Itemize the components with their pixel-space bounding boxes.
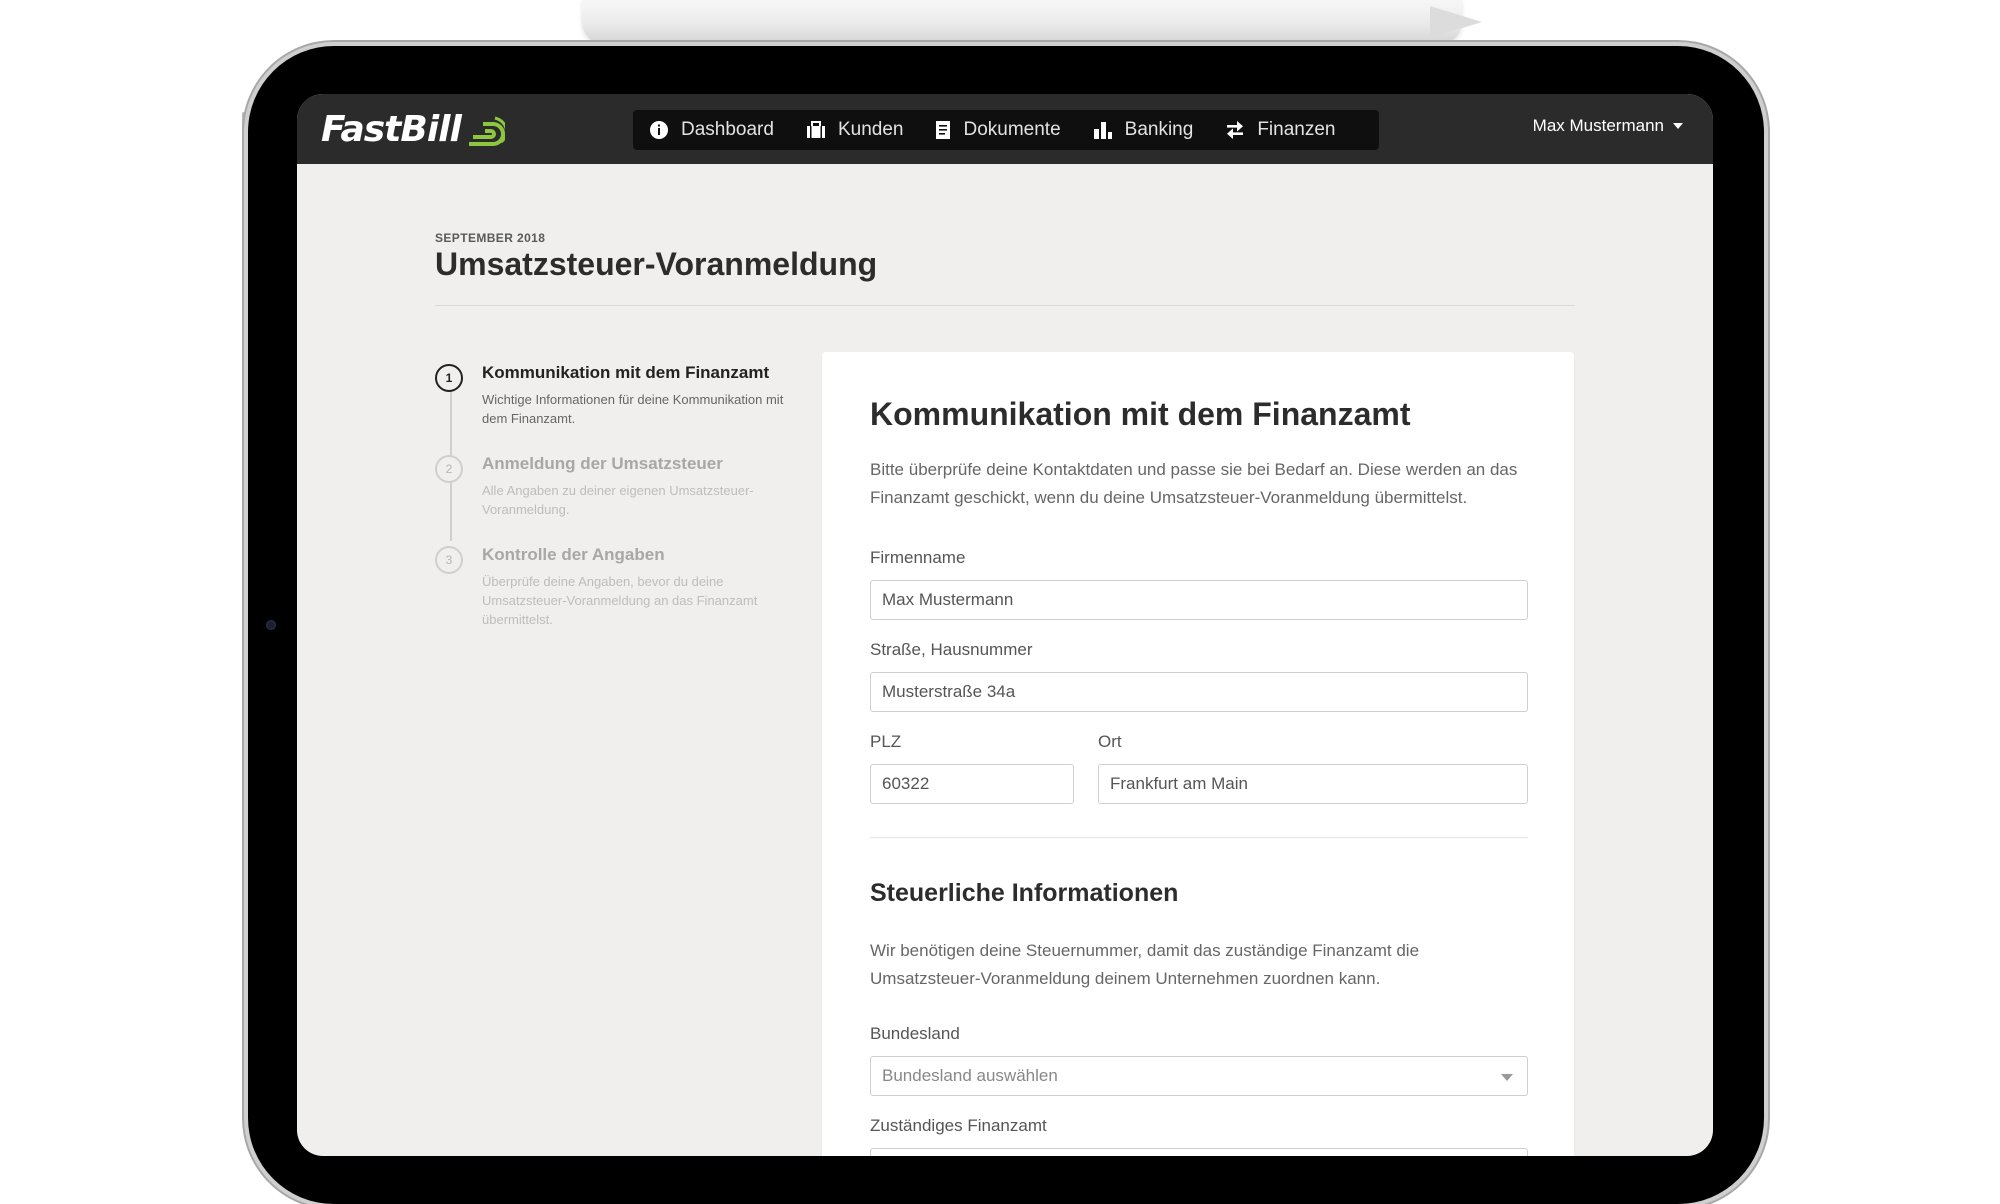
- apple-pencil: [582, 0, 1462, 44]
- form-intro-text: Bitte überprüfe deine Kontaktdaten und p…: [870, 460, 1518, 507]
- step-number: 1: [435, 364, 463, 392]
- tax-office-select[interactable]: [870, 1148, 1528, 1156]
- nav-item-banking[interactable]: Banking: [1077, 110, 1210, 150]
- state-select-placeholder: Bundesland auswählen: [882, 1066, 1058, 1085]
- user-menu[interactable]: Max Mustermann: [1533, 116, 1683, 136]
- nav-item-label: Dokumente: [963, 119, 1061, 140]
- header-divider: [435, 305, 1575, 306]
- device-top-button: [458, 41, 474, 45]
- main-navigation: Dashboard Kunden Dokumente Banking Finan…: [633, 110, 1379, 150]
- nav-item-label: Finanzen: [1257, 119, 1336, 140]
- step-number: 2: [435, 455, 463, 483]
- zip-input[interactable]: 60322: [870, 764, 1074, 804]
- step-title: Anmeldung der Umsatzsteuer: [482, 454, 723, 473]
- nav-item-kunden[interactable]: Kunden: [790, 110, 920, 150]
- step-description: Überprüfe deine Angaben, bevor du deine …: [482, 574, 758, 627]
- form-title: Kommunikation mit dem Finanzamt: [870, 396, 1411, 432]
- nav-item-label: Dashboard: [681, 119, 774, 140]
- page-title: Umsatzsteuer-Voranmeldung: [435, 246, 878, 282]
- logo-signal-icon: [468, 116, 505, 146]
- street-label: Straße, Hausnummer: [870, 640, 1033, 659]
- nav-item-dokumente[interactable]: Dokumente: [919, 110, 1076, 150]
- device-top-button: [418, 41, 434, 45]
- info-circle-icon: [649, 120, 669, 140]
- transfer-arrows-icon: [1225, 120, 1245, 140]
- briefcase-icon: [806, 121, 826, 139]
- top-navigation-bar: FastBill Dashboard Kunden Dokumente Bank…: [297, 94, 1713, 164]
- section-divider: [870, 837, 1528, 838]
- city-label: Ort: [1098, 732, 1122, 751]
- chevron-down-icon: [1501, 1074, 1513, 1081]
- nav-item-finanzen[interactable]: Finanzen: [1209, 110, 1351, 150]
- step-title: Kommunikation mit dem Finanzamt: [482, 363, 770, 382]
- city-input[interactable]: Frankfurt am Main: [1098, 764, 1528, 804]
- nav-item-label: Kunden: [837, 119, 904, 140]
- device-top-button: [350, 41, 366, 45]
- step-number: 3: [435, 546, 463, 574]
- nav-item-label: Banking: [1124, 119, 1194, 140]
- device-side-button: [242, 112, 247, 182]
- company-name-input[interactable]: Max Mustermann: [870, 580, 1528, 620]
- company-name-label: Firmenname: [870, 548, 966, 567]
- form-card: Kommunikation mit dem Finanzamt Bitte üb…: [822, 352, 1574, 1156]
- step-description: Alle Angaben zu deiner eigenen Umsatzste…: [482, 483, 754, 517]
- logo-text: FastBill: [321, 108, 462, 150]
- camera-icon: [266, 620, 276, 630]
- fastbill-logo[interactable]: FastBill: [321, 104, 505, 154]
- step-title: Kontrolle der Angaben: [482, 545, 665, 564]
- step-description: Wichtige Informationen für deine Kommuni…: [482, 392, 784, 426]
- tax-section-title: Steuerliche Informationen: [870, 879, 1179, 907]
- tax-office-label: Zuständiges Finanzamt: [870, 1116, 1047, 1135]
- chevron-down-icon: [1673, 123, 1683, 129]
- tax-section-intro: Wir benötigen deine Steuernummer, damit …: [870, 941, 1420, 988]
- state-select[interactable]: Bundesland auswählen: [870, 1056, 1528, 1096]
- user-name: Max Mustermann: [1532, 116, 1664, 135]
- apple-pencil-tip: [1430, 6, 1482, 38]
- state-label: Bundesland: [870, 1024, 960, 1043]
- device-top-button: [398, 41, 414, 45]
- zip-label: PLZ: [870, 732, 902, 751]
- app-screen: FastBill Dashboard Kunden Dokumente Bank…: [297, 94, 1713, 1156]
- document-icon: [935, 120, 951, 140]
- nav-item-dashboard[interactable]: Dashboard: [633, 110, 790, 150]
- street-input[interactable]: Musterstraße 34a: [870, 672, 1528, 712]
- bar-chart-icon: [1093, 121, 1113, 139]
- period-label: SEPTEMBER 2018: [435, 231, 546, 245]
